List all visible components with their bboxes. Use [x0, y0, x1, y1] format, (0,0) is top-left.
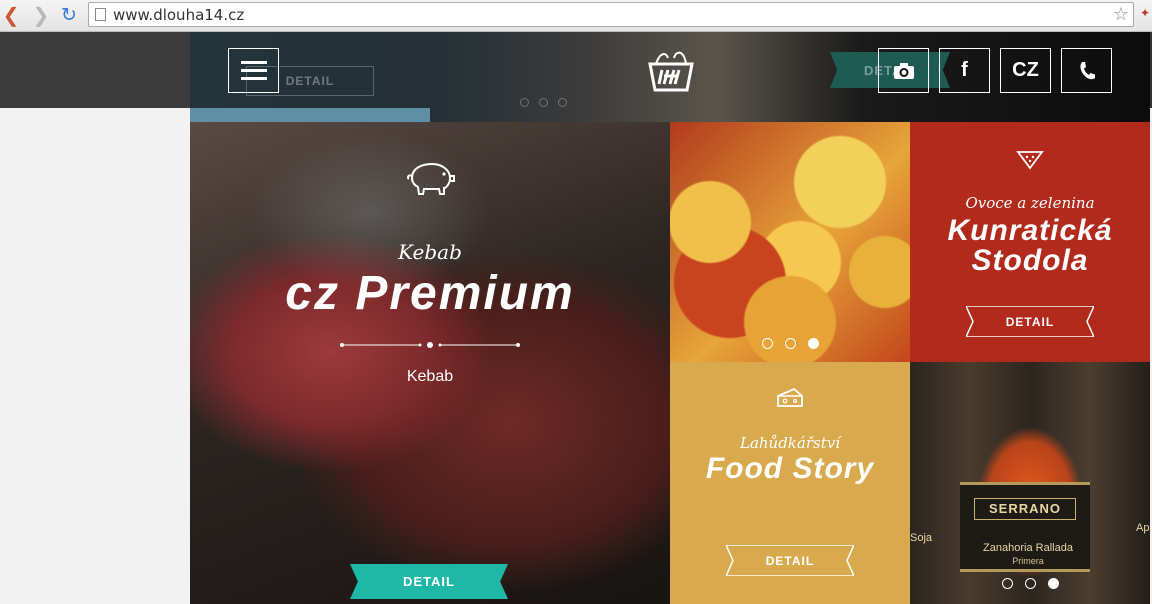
forward-icon[interactable]: ❯ [30, 3, 52, 27]
bookmark-star-icon[interactable]: ☆ [1113, 4, 1129, 25]
facebook-icon: f [961, 59, 968, 81]
jar-side-text-right: Apio [1136, 522, 1150, 534]
detail-button-kunraticka[interactable]: DETAIL [966, 306, 1094, 337]
phone-button[interactable] [1061, 48, 1112, 93]
back-icon[interactable]: ❮ [0, 3, 22, 27]
reload-icon[interactable]: ↻ [58, 4, 80, 26]
header-background-band [190, 108, 430, 122]
background-carousel-dots [520, 98, 567, 107]
tile-kunraticka-stodola[interactable]: Ovoce a zelenina Kunratická Stodola DETA… [910, 122, 1150, 362]
facebook-button[interactable]: f [939, 48, 990, 93]
tile-food-story[interactable]: Lahůdkářství Food Story DETAIL [670, 362, 910, 604]
carousel-dots [1002, 578, 1059, 589]
tile-script-label: Lahůdkářství [739, 434, 841, 452]
extension-icon[interactable]: ✦ [1140, 6, 1150, 20]
carousel-dot[interactable] [1002, 578, 1013, 589]
cheese-icon [777, 387, 803, 407]
header-left-strip [0, 32, 190, 108]
carousel-dot-active[interactable] [1048, 578, 1059, 589]
jar-product-text: Zanahoria Rallada [983, 542, 1073, 554]
page: DETAIL DETAIL f CZ Kebab cz Premium Keba… [0, 32, 1152, 604]
browser-toolbar: ❮ ❯ ↻ www.dlouha14.cz ☆ ✦ [0, 0, 1152, 32]
camera-icon [893, 62, 914, 79]
site-header: DETAIL DETAIL f CZ [190, 32, 1150, 122]
pig-icon [407, 162, 455, 195]
jar-brand-text: SERRANO [974, 498, 1076, 520]
camera-button[interactable] [878, 48, 929, 93]
tile-premium-kebab[interactable]: Kebab cz Premium Kebab DETAIL [190, 122, 670, 604]
page-icon [95, 8, 106, 21]
carousel-dot-active[interactable] [808, 338, 819, 349]
logo-icon[interactable] [646, 46, 696, 96]
jar-side-text: Soja [910, 532, 933, 544]
watermelon-icon [1016, 151, 1044, 170]
menu-button[interactable] [228, 48, 279, 93]
detail-button-premium[interactable]: DETAIL [350, 564, 508, 599]
carousel-dot[interactable] [785, 338, 796, 349]
tile-script-label: Kebab [398, 240, 462, 264]
language-button[interactable]: CZ [1000, 48, 1051, 93]
tile-title-line2: Stodola [971, 244, 1089, 277]
detail-button-food-story[interactable]: DETAIL [726, 545, 854, 576]
carousel-dots [762, 338, 819, 349]
tile-title-line1: Kunratická [947, 214, 1113, 247]
tile-fruit-image[interactable] [670, 122, 910, 362]
carousel-dot[interactable] [1025, 578, 1036, 589]
tile-jars-image[interactable]: SERRANO Zanahoria Rallada Primera Soja A… [910, 362, 1150, 604]
ornament-divider [340, 342, 520, 348]
phone-icon [1079, 61, 1095, 79]
carousel-dot[interactable] [762, 338, 773, 349]
url-text: www.dlouha14.cz [113, 6, 245, 24]
hamburger-icon [240, 61, 267, 64]
address-bar[interactable]: www.dlouha14.cz ☆ [88, 2, 1134, 27]
tile-script-label: Ovoce a zelenina [965, 194, 1095, 212]
tile-title: Food Story [705, 452, 875, 485]
tile-subtitle: Kebab [406, 368, 454, 385]
jar-sub-text: Primera [1012, 556, 1044, 566]
tile-title: cz Premium [285, 267, 575, 320]
